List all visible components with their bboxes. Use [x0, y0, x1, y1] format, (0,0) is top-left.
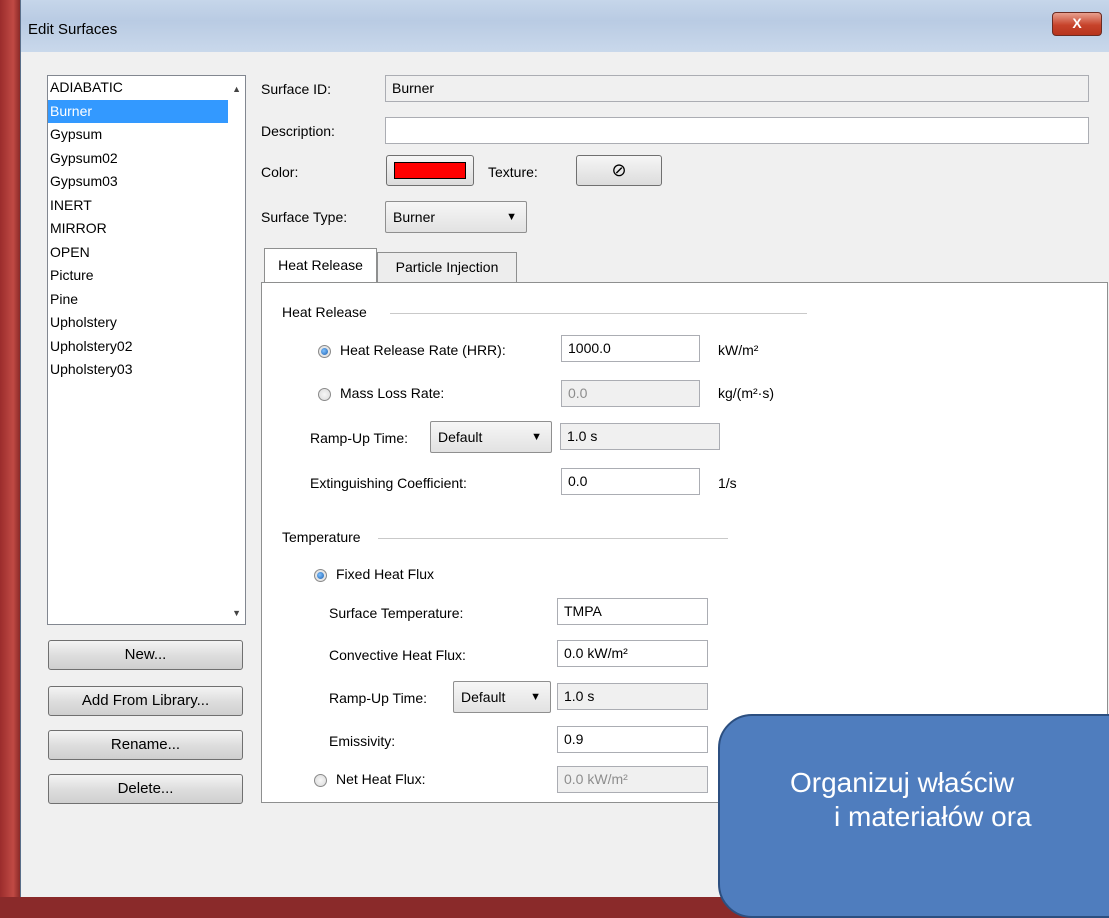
temp-ramp-up-select-value: Default — [461, 689, 506, 705]
close-button[interactable]: X — [1052, 12, 1102, 36]
description-field[interactable] — [385, 117, 1089, 144]
scroll-down-icon[interactable]: ▼ — [232, 608, 241, 618]
surface-temperature-field[interactable]: TMPA — [557, 598, 708, 625]
surface-list-items: ADIABATIC Burner Gypsum Gypsum02 Gypsum03 INE… — [48, 76, 245, 382]
ramp-up-select-value: Default — [438, 429, 483, 445]
tab-heat-release[interactable]: Heat Release — [264, 248, 377, 283]
hrr-field[interactable]: 1000.0 — [561, 335, 700, 362]
net-heat-flux-radio[interactable] — [314, 774, 327, 787]
list-item[interactable]: Pine — [48, 288, 245, 312]
ext-coef-field[interactable]: 0.0 — [561, 468, 700, 495]
hrr-label: Heat Release Rate (HRR): — [340, 342, 506, 358]
list-item[interactable]: INERT — [48, 194, 245, 218]
title-bar[interactable]: Edit Surfaces X — [21, 0, 1109, 52]
window-frame-left — [0, 0, 22, 897]
callout-line-2: i materiałów ora — [834, 801, 1032, 832]
group-separator — [390, 313, 807, 314]
texture-button[interactable]: ⊘ — [576, 155, 662, 186]
surface-list[interactable]: ADIABATIC Burner Gypsum Gypsum02 Gypsum03 INE… — [47, 75, 246, 625]
ramp-up-select[interactable]: Default ▼ — [430, 421, 552, 453]
heat-release-group-title: Heat Release — [282, 304, 367, 320]
convective-heat-flux-label: Convective Heat Flux: — [329, 647, 466, 663]
chevron-down-icon: ▼ — [531, 431, 542, 443]
add-from-library-button[interactable]: Add From Library... — [48, 686, 243, 716]
temperature-group-title: Temperature — [282, 529, 361, 545]
fixed-heat-flux-label: Fixed Heat Flux — [336, 566, 435, 582]
mlr-label: Mass Loss Rate: — [340, 385, 445, 401]
rename-button[interactable]: Rename... — [48, 730, 243, 760]
hrr-radio[interactable] — [318, 345, 331, 358]
ramp-up-time-field[interactable]: 1.0 s — [560, 423, 720, 450]
color-swatch — [394, 162, 466, 179]
temp-ramp-up-time-field[interactable]: 1.0 s — [557, 683, 708, 710]
ramp-up-label: Ramp-Up Time: — [310, 430, 409, 446]
temp-ramp-up-label: Ramp-Up Time: — [329, 690, 428, 706]
window-title: Edit Surfaces — [28, 21, 118, 38]
ext-coef-unit: 1/s — [718, 475, 737, 491]
list-item[interactable]: Burner — [48, 99, 245, 123]
list-item[interactable]: Gypsum — [48, 123, 245, 147]
list-item[interactable]: Gypsum02 — [48, 147, 245, 171]
color-button[interactable] — [386, 155, 474, 186]
list-item[interactable]: MIRROR — [48, 217, 245, 241]
surface-type-value: Burner — [393, 209, 436, 225]
scroll-up-icon[interactable]: ▲ — [232, 84, 241, 94]
presentation-callout: Organizuj właściw i materiałów ora — [718, 714, 1109, 918]
convective-heat-flux-field[interactable]: 0.0 kW/m² — [557, 640, 708, 667]
list-item[interactable]: Gypsum03 — [48, 170, 245, 194]
list-item[interactable]: Upholstery02 — [48, 335, 245, 359]
texture-label: Texture: — [488, 164, 538, 180]
mlr-field[interactable]: 0.0 — [561, 380, 700, 407]
list-item[interactable]: Upholstery03 — [48, 358, 245, 382]
tab-particle-injection[interactable]: Particle Injection — [377, 252, 517, 282]
delete-button[interactable]: Delete... — [48, 774, 243, 804]
chevron-down-icon: ▼ — [530, 691, 541, 703]
list-item[interactable]: Upholstery — [48, 311, 245, 335]
net-heat-flux-field[interactable]: 0.0 kW/m² — [557, 766, 708, 793]
surface-temperature-label: Surface Temperature: — [329, 605, 464, 621]
list-item[interactable]: ADIABATIC — [48, 76, 245, 100]
net-heat-flux-label: Net Heat Flux: — [336, 771, 426, 787]
description-label: Description: — [261, 123, 335, 139]
surface-id-field[interactable]: Burner — [385, 75, 1089, 102]
surface-type-label: Surface Type: — [261, 209, 348, 225]
hrr-unit: kW/m² — [718, 342, 759, 358]
new-button[interactable]: New... — [48, 640, 243, 670]
temp-ramp-up-select[interactable]: Default ▼ — [453, 681, 551, 713]
fixed-heat-flux-radio[interactable] — [314, 569, 327, 582]
emissivity-label: Emissivity: — [329, 733, 396, 749]
mlr-unit: kg/(m²·s) — [718, 385, 774, 401]
chevron-down-icon: ▼ — [506, 211, 517, 223]
color-label: Color: — [261, 164, 299, 180]
list-item[interactable]: OPEN — [48, 241, 245, 265]
emissivity-field[interactable]: 0.9 — [557, 726, 708, 753]
list-item[interactable]: Picture — [48, 264, 245, 288]
group-separator — [378, 538, 728, 539]
surface-id-label: Surface ID: — [261, 81, 332, 97]
no-texture-icon: ⊘ — [611, 160, 627, 180]
list-scrollbar[interactable]: ▲ ▼ — [228, 76, 245, 624]
callout-line-1: Organizuj właściw — [790, 767, 1015, 798]
surface-type-select[interactable]: Burner ▼ — [385, 201, 527, 233]
ext-coef-label: Extinguishing Coefficient: — [310, 475, 467, 491]
mlr-radio[interactable] — [318, 388, 331, 401]
